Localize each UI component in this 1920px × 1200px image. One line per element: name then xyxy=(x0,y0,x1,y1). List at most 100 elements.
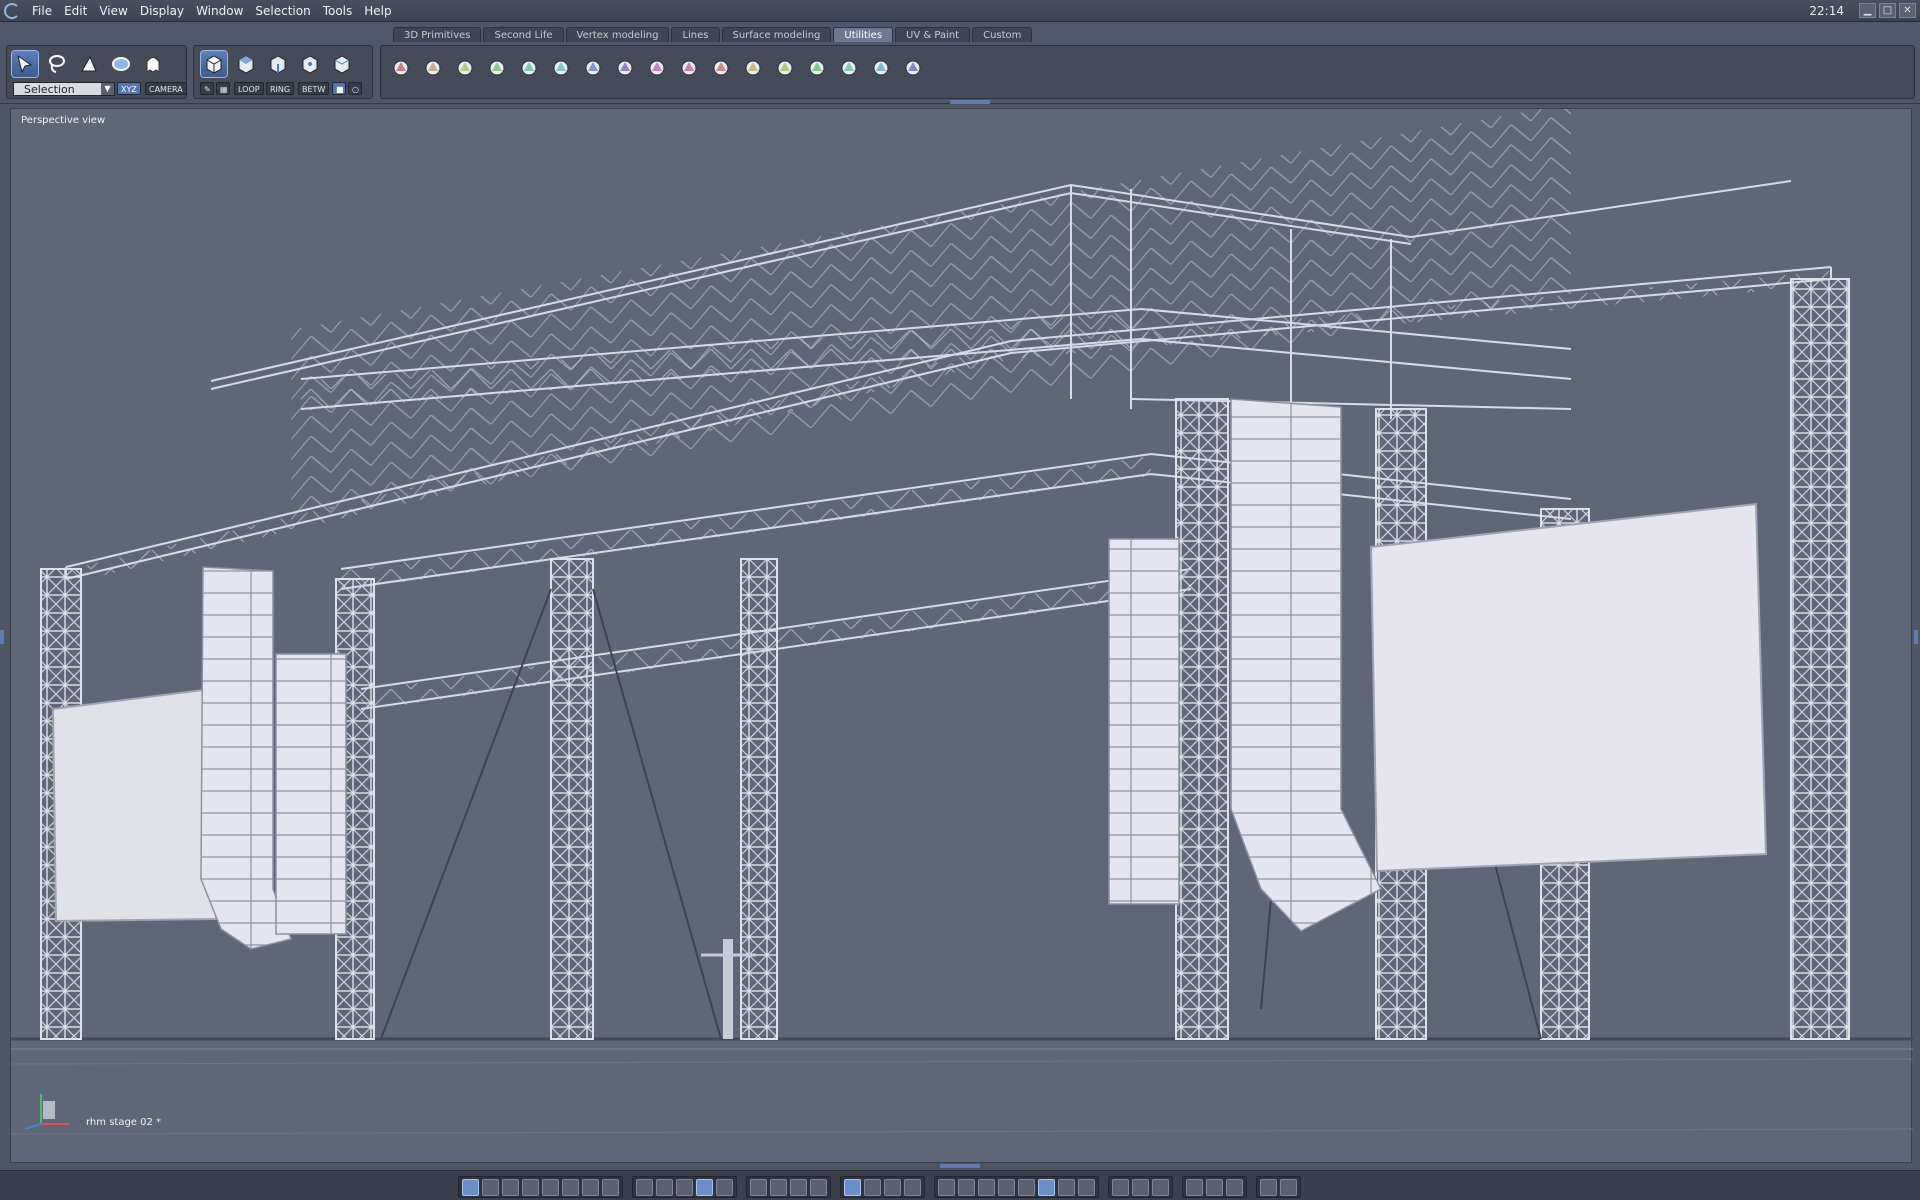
wire-sphere-2-icon[interactable] xyxy=(958,1178,975,1196)
left-panel-handle[interactable] xyxy=(0,630,4,644)
xyz-toggle[interactable]: XYZ xyxy=(117,82,141,95)
render-3-icon[interactable] xyxy=(1152,1178,1169,1196)
menu-view[interactable]: View xyxy=(93,0,133,22)
lasso-icon[interactable] xyxy=(43,50,71,78)
fit-icon[interactable] xyxy=(750,1178,767,1196)
orb-select-icon[interactable] xyxy=(107,50,135,78)
stripes-icon[interactable] xyxy=(696,1178,713,1196)
app-logo-icon[interactable] xyxy=(4,2,20,19)
render-cam-icon[interactable] xyxy=(1260,1178,1277,1196)
cone-icon[interactable] xyxy=(579,54,607,82)
loop-option[interactable]: LOOP xyxy=(234,82,264,95)
tab-custom[interactable]: Custom xyxy=(972,27,1033,42)
ghost-dark-icon[interactable] xyxy=(739,54,767,82)
cube-2-icon[interactable] xyxy=(1206,1178,1223,1196)
uv-mode-icon[interactable] xyxy=(328,50,356,78)
loop-circle-icon[interactable]: ○ xyxy=(348,82,362,95)
edit-square-icon[interactable]: ▦ xyxy=(216,82,230,95)
minimize-icon[interactable]: ▁ xyxy=(1859,3,1876,18)
bottom-panel-handle[interactable] xyxy=(940,1164,980,1168)
menu-file[interactable]: File xyxy=(26,0,58,22)
eye-icon[interactable] xyxy=(810,1178,827,1196)
face-mode-icon[interactable] xyxy=(232,50,260,78)
sky-icon[interactable] xyxy=(899,54,927,82)
quad-view-icon[interactable] xyxy=(482,1178,499,1196)
dual-view-2-icon[interactable] xyxy=(602,1178,619,1196)
pan-icon[interactable] xyxy=(770,1178,787,1196)
camera-toggle[interactable]: CAMERA xyxy=(145,82,187,95)
link-icon[interactable] xyxy=(643,54,671,82)
split-v-icon[interactable] xyxy=(522,1178,539,1196)
select-toggle-icon[interactable]: ■ xyxy=(332,82,346,95)
toolbar-collapse-handle[interactable] xyxy=(950,100,990,104)
menu-tools[interactable]: Tools xyxy=(317,0,359,22)
brush-icon[interactable] xyxy=(656,1178,673,1196)
tab-lines[interactable]: Lines xyxy=(671,27,720,42)
menu-window[interactable]: Window xyxy=(190,0,249,22)
shaded-sphere-icon[interactable] xyxy=(978,1178,995,1196)
single-view-icon[interactable] xyxy=(462,1178,479,1196)
tab-vertex-modeling[interactable]: Vertex modeling xyxy=(565,27,670,42)
chain-icon[interactable] xyxy=(483,54,511,82)
dual-view-icon[interactable] xyxy=(582,1178,599,1196)
grid-cube-icon[interactable] xyxy=(451,54,479,82)
gray-sphere-icon[interactable] xyxy=(1058,1178,1075,1196)
menu-selection[interactable]: Selection xyxy=(249,0,316,22)
right-panel-handle[interactable] xyxy=(1914,630,1918,644)
tab-3d-primitives[interactable]: 3D Primitives xyxy=(393,27,482,42)
close-icon[interactable]: ✕ xyxy=(1899,3,1916,18)
selection-dropdown[interactable]: Selection ▼ xyxy=(13,82,115,96)
ghost-select-icon[interactable] xyxy=(139,50,167,78)
textured-icon[interactable] xyxy=(1038,1178,1055,1196)
triple-view-2-icon[interactable] xyxy=(562,1178,579,1196)
split-h-icon[interactable] xyxy=(502,1178,519,1196)
tab-utilities[interactable]: Utilities xyxy=(833,27,894,42)
smooth-sphere-icon[interactable] xyxy=(998,1178,1015,1196)
axis-icon[interactable] xyxy=(844,1178,861,1196)
gloss-sphere-icon[interactable] xyxy=(1018,1178,1035,1196)
render-2-icon[interactable] xyxy=(1132,1178,1149,1196)
between-option[interactable]: BETW xyxy=(298,82,330,95)
select-arrow-icon[interactable] xyxy=(11,50,39,78)
chain-link-icon[interactable] xyxy=(675,54,703,82)
checker-icon[interactable] xyxy=(676,1178,693,1196)
camera-icon[interactable] xyxy=(1280,1178,1297,1196)
tab-uv-paint[interactable]: UV & Paint xyxy=(895,27,971,42)
cylinder-icon[interactable] xyxy=(867,54,895,82)
box-extrude-icon[interactable] xyxy=(419,54,447,82)
move-down-icon[interactable] xyxy=(904,1178,921,1196)
ring-option[interactable]: RING xyxy=(266,82,295,95)
white-sphere-icon[interactable] xyxy=(1078,1178,1095,1196)
menu-help[interactable]: Help xyxy=(358,0,397,22)
tube-icon[interactable] xyxy=(387,54,415,82)
cube-3-icon[interactable] xyxy=(1226,1178,1243,1196)
bend-icon[interactable] xyxy=(611,54,639,82)
cube-export-icon[interactable] xyxy=(1186,1178,1203,1196)
render-1-icon[interactable] xyxy=(1112,1178,1129,1196)
tripod-icon[interactable] xyxy=(864,1178,881,1196)
gear-shape-icon[interactable] xyxy=(835,54,863,82)
maximize-icon[interactable]: □ xyxy=(1879,3,1896,18)
tab-surface-modeling[interactable]: Surface modeling xyxy=(721,27,832,42)
arrow-shape-icon[interactable] xyxy=(803,54,831,82)
grid-icon[interactable] xyxy=(636,1178,653,1196)
multi-array-icon[interactable] xyxy=(515,54,543,82)
perspective-viewport[interactable]: Perspective view rhm stage 02 * xyxy=(10,108,1913,1164)
object-mode-icon[interactable] xyxy=(200,50,228,78)
triple-view-icon[interactable] xyxy=(542,1178,559,1196)
globe-icon[interactable] xyxy=(771,54,799,82)
paint-select-icon[interactable] xyxy=(75,50,103,78)
vertex-mode-icon[interactable] xyxy=(296,50,324,78)
stage-scene[interactable] xyxy=(11,109,1913,1164)
menu-display[interactable]: Display xyxy=(134,0,190,22)
zoom-icon[interactable] xyxy=(790,1178,807,1196)
ghost-icon[interactable] xyxy=(707,54,735,82)
edge-mode-icon[interactable] xyxy=(264,50,292,78)
gizmo-icon[interactable] xyxy=(884,1178,901,1196)
menu-edit[interactable]: Edit xyxy=(58,0,93,22)
table-icon[interactable] xyxy=(716,1178,733,1196)
wire-sphere-icon[interactable] xyxy=(938,1178,955,1196)
path-deform-icon[interactable] xyxy=(547,54,575,82)
tab-second-life[interactable]: Second Life xyxy=(483,27,564,42)
edit-pencil-icon[interactable]: ✎ xyxy=(200,82,214,95)
